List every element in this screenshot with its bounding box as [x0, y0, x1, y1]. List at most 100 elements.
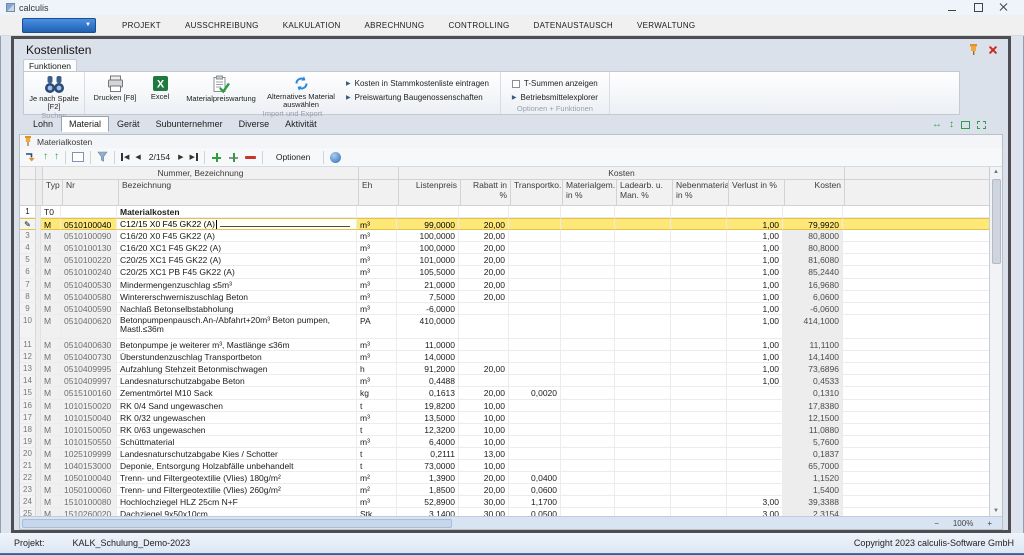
tab-aktivität[interactable]: Aktivität — [277, 116, 325, 132]
panel-close-icon[interactable] — [988, 45, 998, 55]
close-button[interactable] — [998, 3, 1010, 12]
previous-record-icon[interactable]: ◀ — [135, 153, 140, 161]
column-header-materialgemeinkosten[interactable]: Materialgem. in % — [563, 180, 617, 206]
table-row[interactable]: 13 M0510409995Aufzahlung Stehzeit Betonm… — [20, 363, 1002, 375]
table-row[interactable]: 11 M0510400630Betonpumpe je weiterer m³,… — [20, 339, 1002, 351]
tab-diverse[interactable]: Diverse — [231, 116, 278, 132]
vertical-scrollbar[interactable]: ▲ ▼ — [989, 167, 1002, 516]
column-group-kosten[interactable]: Kosten — [399, 167, 845, 180]
table-row[interactable]: 6 M0510100240C20/25 XC1 PB F45 GK22 (A) … — [20, 266, 1002, 278]
insert-row-icon[interactable] — [228, 152, 239, 163]
resize-horizontal-icon[interactable]: ↔ — [932, 119, 942, 130]
hscrollbar-thumb[interactable] — [22, 519, 452, 528]
table-row[interactable]: 1 T0Materialkosten — [20, 206, 1002, 218]
tab-gerät[interactable]: Gerät — [109, 116, 148, 132]
table-row[interactable]: 15 M0515100160Zementmörtel M10 Sack kg0,… — [20, 387, 1002, 399]
refresh-icon — [293, 75, 310, 92]
scroll-down-icon[interactable]: ▼ — [993, 506, 999, 516]
table-row[interactable]: 19 M1010150550Schüttmaterial m³6,400010,… — [20, 436, 1002, 448]
column-group-nummer-bezeichnung[interactable]: Nummer, Bezeichnung — [43, 167, 359, 180]
menu-item-abrechnung[interactable]: ABRECHNUNG — [353, 21, 437, 30]
goto-row-icon[interactable] — [24, 151, 37, 163]
table-row[interactable]: 16 M1010150020RK 0/4 Sand ungewaschen t1… — [20, 400, 1002, 412]
tsummen-checkbox-item[interactable]: T-Summen anzeigen — [512, 79, 598, 88]
table-row[interactable]: 21 M1040153000Deponie, Entsorgung Holzab… — [20, 460, 1002, 472]
table-row[interactable]: 5 M0510100220C20/25 XC1 F45 GK22 (A) m³1… — [20, 254, 1002, 266]
table-row[interactable]: 10 M0510400620Betonpumpenpausch.An-/Abfa… — [20, 315, 1002, 339]
first-record-icon[interactable]: ◀ — [121, 153, 129, 161]
resize-vertical-icon[interactable]: ↕ — [949, 119, 954, 130]
table-row[interactable]: 9 M0510400590Nachlaß Betonselbstabholung… — [20, 303, 1002, 315]
cell-eh: m³ — [357, 242, 397, 254]
horizontal-scrollbar[interactable]: − 100% + — [20, 516, 1002, 529]
app-menu-button[interactable]: ▼ — [22, 18, 96, 33]
pin-icon[interactable] — [969, 44, 978, 56]
zoom-out-button[interactable]: − — [934, 519, 939, 528]
menu-item-datenaustausch[interactable]: DATENAUSTAUSCH — [522, 21, 625, 30]
table-row[interactable]: 14 M0510409997Landesnaturschutzabgabe Be… — [20, 375, 1002, 387]
filter-icon[interactable] — [97, 151, 108, 163]
move-up-icon[interactable]: ↑ — [43, 152, 48, 162]
column-header-typ[interactable]: Typ — [43, 180, 63, 206]
zoom-in-button[interactable]: + — [987, 519, 992, 528]
window-icon[interactable] — [961, 121, 970, 129]
table-row[interactable]: 3 M0510100090C16/20 X0 F45 GK22 (A) m³10… — [20, 230, 1002, 242]
link-stammkostenliste[interactable]: ▶ Kosten in Stammkostenliste eintragen — [346, 79, 489, 88]
fullscreen-icon[interactable] — [977, 121, 986, 129]
column-header-eh[interactable]: Eh — [359, 180, 399, 206]
alternatives-material-button[interactable]: Alternatives Material auswählen — [264, 74, 338, 109]
column-header-listenpreis[interactable]: Listenpreis — [399, 180, 461, 206]
table-row[interactable]: 12 M0510400730Überstundenzuschlag Transp… — [20, 351, 1002, 363]
add-row-icon[interactable] — [211, 152, 222, 163]
table-row[interactable]: 20 M1025109999Landesnaturschutzabgabe Ki… — [20, 448, 1002, 460]
cell-nr: 0510100040 — [61, 218, 117, 230]
table-icon[interactable] — [72, 152, 84, 162]
last-record-icon[interactable]: ▶ — [189, 153, 197, 161]
next-record-icon[interactable]: ▶ — [178, 153, 183, 161]
minimize-button[interactable] — [946, 3, 958, 12]
column-header-transportkosten[interactable]: Transportko... — [511, 180, 563, 206]
column-header-nebenmaterial[interactable]: Nebenmaterial in % — [673, 180, 729, 206]
menu-item-kalkulation[interactable]: KALKULATION — [271, 21, 353, 30]
table-row[interactable]: ✎ M0510100040C12/15 X0 F45 GK22 (A) m³99… — [20, 218, 1002, 230]
scrollbar-thumb[interactable] — [992, 179, 1001, 264]
table-row[interactable]: 22 M1050100040Trenn- und Filtergeotextil… — [20, 472, 1002, 484]
table-row[interactable]: 17 M1010150040RK 0/32 ungewaschen m³13,5… — [20, 412, 1002, 424]
scroll-up-icon[interactable]: ▲ — [993, 167, 999, 177]
table-row[interactable]: 8 M0510400580Wintererschwerniszuschlag B… — [20, 291, 1002, 303]
tab-material[interactable]: Material — [61, 116, 109, 132]
checkbox-icon[interactable] — [512, 80, 520, 88]
table-row[interactable]: 23 M1050100060Trenn- und Filtergeotextil… — [20, 484, 1002, 496]
ribbon-tab-funktionen[interactable]: Funktionen — [23, 59, 77, 71]
menu-item-projekt[interactable]: PROJEKT — [110, 21, 173, 30]
column-header-nr[interactable]: Nr — [63, 180, 119, 206]
menu-item-verwaltung[interactable]: VERWALTUNG — [625, 21, 707, 30]
tab-subunternehmer[interactable]: Subunternehmer — [148, 116, 231, 132]
move-top-icon[interactable]: ↑ — [54, 152, 59, 162]
maximize-button[interactable] — [972, 3, 984, 12]
link-preiswartung-baugenossenschaften[interactable]: ▶ Preiswartung Baugenossenschaften — [346, 93, 489, 102]
delete-row-icon[interactable] — [245, 156, 256, 159]
table-row[interactable]: 7 M0510400530Mindermengenzuschlag ≤5m³ m… — [20, 279, 1002, 291]
cell-vl — [727, 472, 783, 484]
table-row[interactable]: 4 M0510100130C16/20 XC1 F45 GK22 (A) m³1… — [20, 242, 1002, 254]
column-header-kosten[interactable]: Kosten — [785, 180, 845, 206]
search-by-column-button[interactable]: Je nach Spalte [F2] — [27, 74, 81, 111]
materialpreiswartung-button[interactable]: Materialpreiswartung — [178, 74, 264, 103]
column-header-bezeichnung[interactable]: Bezeichnung — [119, 180, 359, 206]
help-icon[interactable] — [330, 152, 341, 163]
print-button[interactable]: Drucken [F8] — [88, 74, 142, 102]
tab-lohn[interactable]: Lohn — [25, 116, 61, 132]
optionen-button[interactable]: Optionen — [269, 151, 318, 163]
column-header-rabatt[interactable]: Rabatt in % — [461, 180, 511, 206]
table-row[interactable]: 24 M1510100080Hochlochziegel HLZ 25cm N+… — [20, 496, 1002, 508]
table-row[interactable]: 25 M1510260020Dachziegel 9x50x10cm Stk3,… — [20, 508, 1002, 516]
table-row[interactable]: 18 M1010150050RK 0/63 ungewaschen t12,32… — [20, 424, 1002, 436]
menu-item-ausschreibung[interactable]: AUSSCHREIBUNG — [173, 21, 271, 30]
excel-button[interactable]: X Excel — [142, 74, 178, 101]
link-betriebsmittelexplorer[interactable]: ▶ Betriebsmittelexplorer — [512, 93, 598, 102]
column-header-verlust[interactable]: Verlust in % — [729, 180, 785, 206]
column-header-ladearbeit[interactable]: Ladearb. u. Man. % — [617, 180, 673, 206]
menu-item-controlling[interactable]: CONTROLLING — [436, 21, 521, 30]
cell-eh: m³ — [357, 375, 397, 387]
